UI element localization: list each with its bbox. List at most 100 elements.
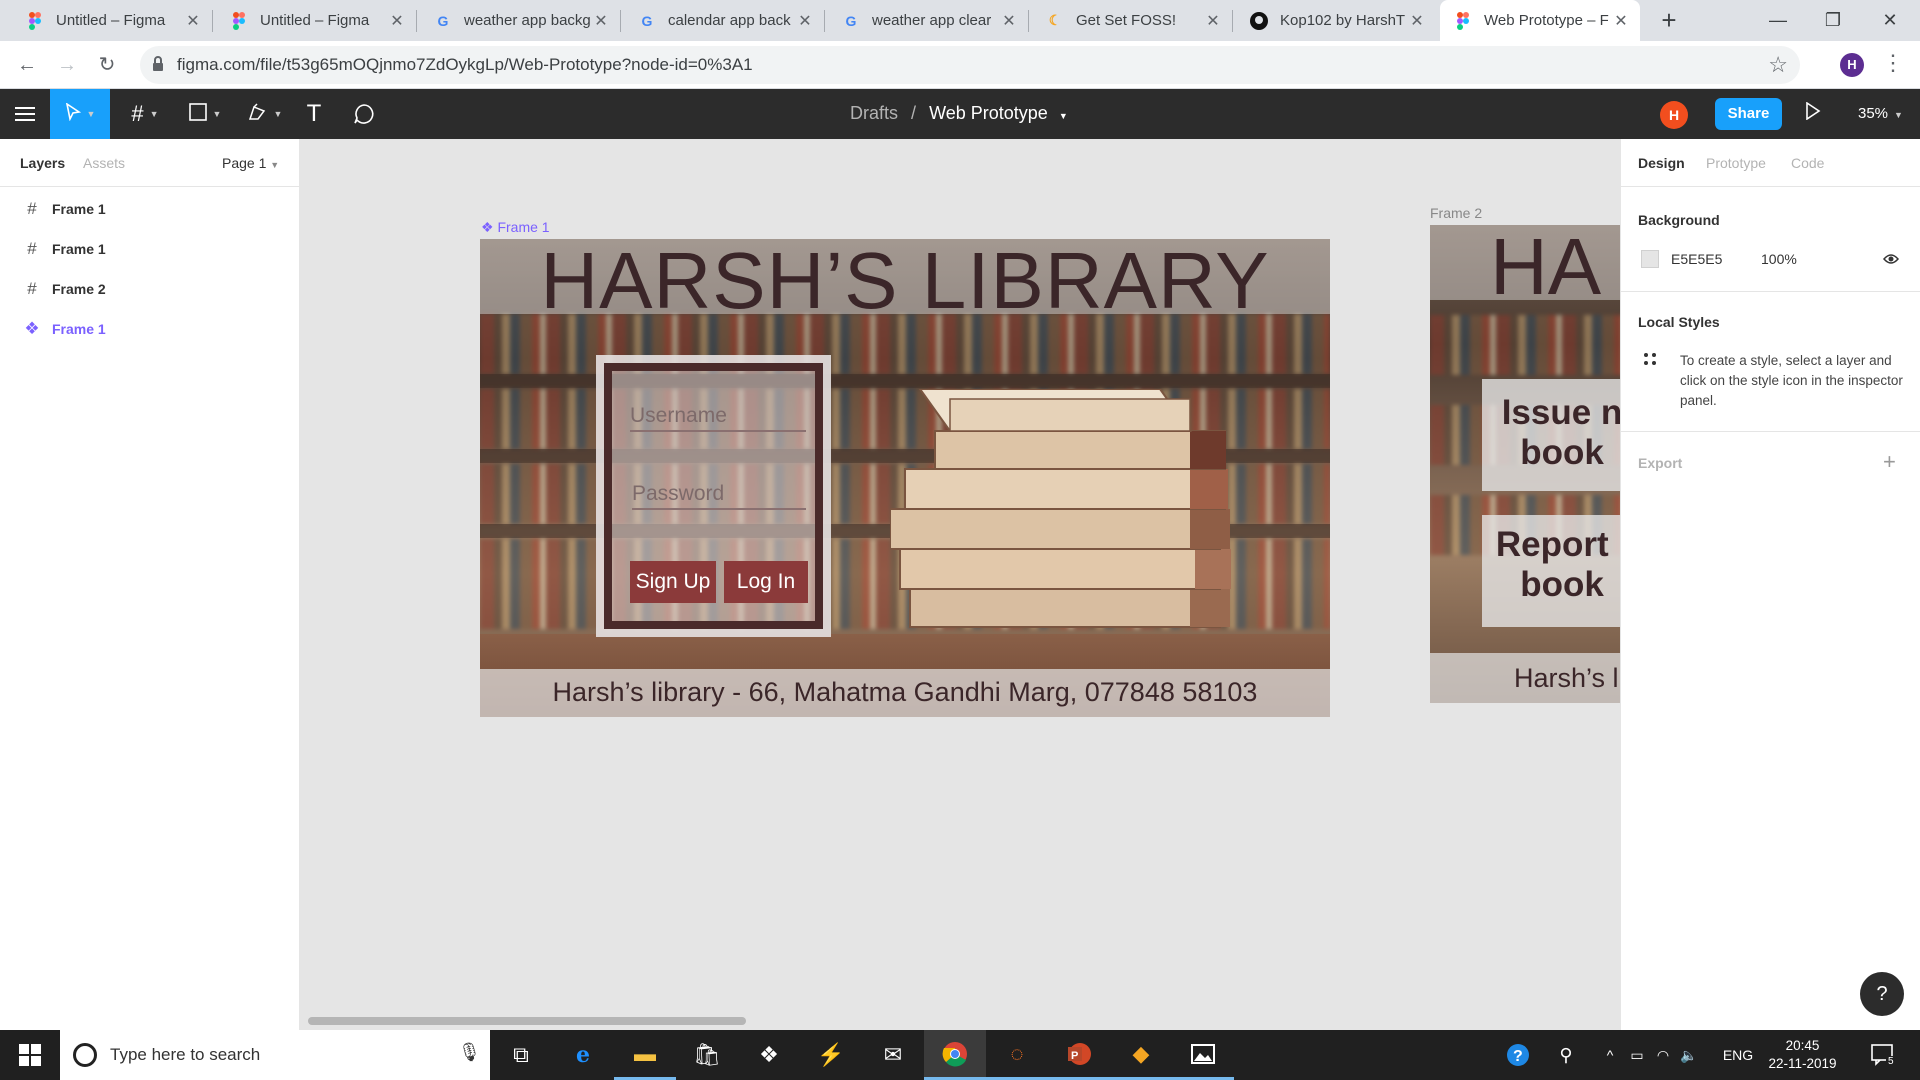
layer-item[interactable]: # Frame 1 — [0, 189, 300, 229]
language-indicator[interactable]: ENG — [1716, 1030, 1760, 1080]
browser-tab[interactable]: ☾ Get Set FOSS! ✕ — [1032, 0, 1232, 41]
volume-icon[interactable]: 🔈 — [1676, 1030, 1702, 1080]
frame2-library-menu[interactable]: HA Issue n book Report l book Harsh’s li — [1430, 225, 1620, 703]
visual-studio-icon[interactable]: ⚡ — [800, 1030, 862, 1080]
background-color-swatch[interactable] — [1641, 250, 1659, 268]
text-tool-icon[interactable]: T — [298, 89, 330, 139]
report-books-card[interactable]: Report l book — [1482, 515, 1620, 627]
git-tool-icon[interactable]: ◆ — [1110, 1030, 1172, 1080]
tab-design[interactable]: Design — [1638, 155, 1685, 171]
battery-icon[interactable]: ▭ — [1624, 1030, 1650, 1080]
task-view-icon[interactable]: ⧉ — [490, 1030, 552, 1080]
add-export-icon[interactable]: + — [1883, 449, 1896, 475]
tab-prototype[interactable]: Prototype — [1706, 155, 1766, 171]
chevron-down-icon[interactable]: ▼ — [1059, 111, 1068, 121]
help-button[interactable]: ? — [1860, 972, 1904, 1016]
file-explorer-icon[interactable]: ▬ — [614, 1030, 676, 1080]
frame1-library-login[interactable]: HARSH’S LIBRARY Username Password Sign U… — [480, 239, 1330, 717]
frame-tool-button[interactable]: # ▼ — [120, 89, 170, 139]
restore-icon[interactable]: ❐ — [1803, 0, 1863, 41]
bookmark-star-icon[interactable]: ☆ — [1768, 52, 1788, 78]
breadcrumb-drafts[interactable]: Drafts — [850, 103, 898, 123]
tab-assets[interactable]: Assets — [83, 155, 125, 171]
background-hex-input[interactable]: E5E5E5 — [1671, 251, 1722, 267]
design-canvas[interactable]: ❖ Frame 1 HARSH’S LIBRARY Username Passw… — [300, 139, 1620, 1030]
share-button[interactable]: Share — [1715, 98, 1782, 130]
browser-tab[interactable]: Untitled – Figma ✕ — [216, 0, 416, 41]
username-field[interactable]: Username — [630, 404, 806, 432]
browser-tab[interactable]: G weather app clear ✕ — [828, 0, 1028, 41]
sign-up-button[interactable]: Sign Up — [630, 561, 716, 603]
help-tray-icon[interactable]: ? — [1500, 1030, 1536, 1080]
frame-icon: # — [131, 101, 144, 126]
microphone-icon[interactable]: 🎙 — [458, 1042, 481, 1063]
browser-tab[interactable]: G calendar app back ✕ — [624, 0, 824, 41]
show-hidden-icons-chevron[interactable]: ^ — [1598, 1030, 1622, 1080]
edge-browser-icon[interactable]: e — [552, 1030, 614, 1080]
frame1-label[interactable]: ❖ Frame 1 — [481, 219, 550, 236]
close-tab-icon[interactable]: ✕ — [592, 11, 610, 31]
people-icon[interactable]: ⚲ — [1552, 1030, 1580, 1080]
frame2-label[interactable]: Frame 2 — [1430, 205, 1482, 221]
zoom-dropdown[interactable]: 35% ▼ — [1858, 105, 1903, 122]
tab-separator — [1028, 10, 1029, 32]
chrome-icon[interactable] — [924, 1030, 986, 1080]
browser-tab[interactable]: Untitled – Figma ✕ — [12, 0, 212, 41]
user-avatar[interactable]: H — [1660, 101, 1688, 129]
pen-tool-button[interactable]: ▼ — [240, 89, 290, 139]
browser-tab-active[interactable]: Web Prototype – F ✕ — [1440, 0, 1640, 41]
browser-menu-icon[interactable]: ⋮ — [1882, 50, 1904, 76]
microsoft-store-icon[interactable]: 🛍 — [676, 1030, 738, 1080]
log-in-button[interactable]: Log In — [724, 561, 808, 603]
close-window-icon[interactable]: ✕ — [1860, 0, 1920, 41]
close-tab-icon[interactable]: ✕ — [184, 11, 202, 31]
google-icon: G — [437, 12, 449, 29]
layer-item-component[interactable]: ❖ Frame 1 — [0, 309, 300, 349]
close-tab-icon[interactable]: ✕ — [1000, 11, 1018, 31]
layers-panel: Layers Assets Page 1 ▼ # Frame 1 # Frame… — [0, 139, 300, 1030]
layer-item[interactable]: # Frame 2 — [0, 269, 300, 309]
reload-icon[interactable]: ↻ — [92, 50, 122, 80]
move-tool-button[interactable]: ▼ — [50, 89, 110, 139]
mail-icon[interactable]: ✉ — [862, 1030, 924, 1080]
shape-tool-button[interactable]: ▼ — [180, 89, 230, 139]
password-field[interactable]: Password — [632, 482, 806, 510]
browser-tab[interactable]: Kop102 by HarshT ✕ — [1236, 0, 1436, 41]
dropbox-icon[interactable]: ❖ — [738, 1030, 800, 1080]
minimize-icon[interactable]: — — [1748, 0, 1808, 41]
page-selector[interactable]: Page 1 ▼ — [222, 155, 279, 171]
comment-tool-icon[interactable] — [348, 89, 380, 139]
new-tab-icon[interactable]: + — [1655, 6, 1683, 34]
horizontal-scrollbar[interactable] — [308, 1017, 746, 1025]
wifi-icon[interactable]: ◠ — [1650, 1030, 1676, 1080]
file-name[interactable]: Web Prototype — [929, 103, 1048, 123]
taskbar-search-box[interactable]: Type here to search 🎙 — [60, 1030, 490, 1080]
close-tab-icon[interactable]: ✕ — [388, 11, 406, 31]
close-tab-icon[interactable]: ✕ — [1204, 11, 1222, 31]
tab-layers[interactable]: Layers — [20, 155, 65, 171]
close-tab-icon[interactable]: ✕ — [1612, 11, 1630, 31]
jupyter-icon[interactable]: ◌ — [986, 1030, 1048, 1080]
photos-icon[interactable] — [1172, 1030, 1234, 1080]
url-field[interactable]: figma.com/file/t53g65mOQjnmo7ZdOykgLp/We… — [140, 46, 1800, 84]
eye-visibility-icon[interactable] — [1883, 252, 1899, 270]
tab-code[interactable]: Code — [1791, 155, 1824, 171]
tab-separator — [212, 10, 213, 32]
profile-avatar[interactable]: H — [1840, 53, 1864, 77]
address-bar: ← → ↻ figma.com/file/t53g65mOQjnmo7ZdOyk… — [0, 41, 1920, 89]
system-clock[interactable]: 20:45 22-11-2019 — [1765, 1037, 1840, 1073]
issue-books-card[interactable]: Issue n book — [1482, 379, 1620, 491]
forward-icon[interactable]: → — [52, 50, 82, 80]
layer-item[interactable]: # Frame 1 — [0, 229, 300, 269]
close-tab-icon[interactable]: ✕ — [1408, 11, 1426, 31]
browser-tab[interactable]: G weather app backg ✕ — [420, 0, 620, 41]
powerpoint-icon[interactable]: P — [1048, 1030, 1110, 1080]
present-play-icon[interactable] — [1805, 101, 1821, 125]
hamburger-menu-icon[interactable] — [0, 89, 50, 139]
close-tab-icon[interactable]: ✕ — [796, 11, 814, 31]
properties-tabs: Design Prototype Code — [1621, 139, 1920, 187]
back-icon[interactable]: ← — [12, 50, 42, 80]
action-center-icon[interactable]: 5 — [1865, 1030, 1901, 1080]
background-opacity-input[interactable]: 100% — [1761, 251, 1797, 267]
windows-start-icon[interactable] — [0, 1030, 60, 1080]
